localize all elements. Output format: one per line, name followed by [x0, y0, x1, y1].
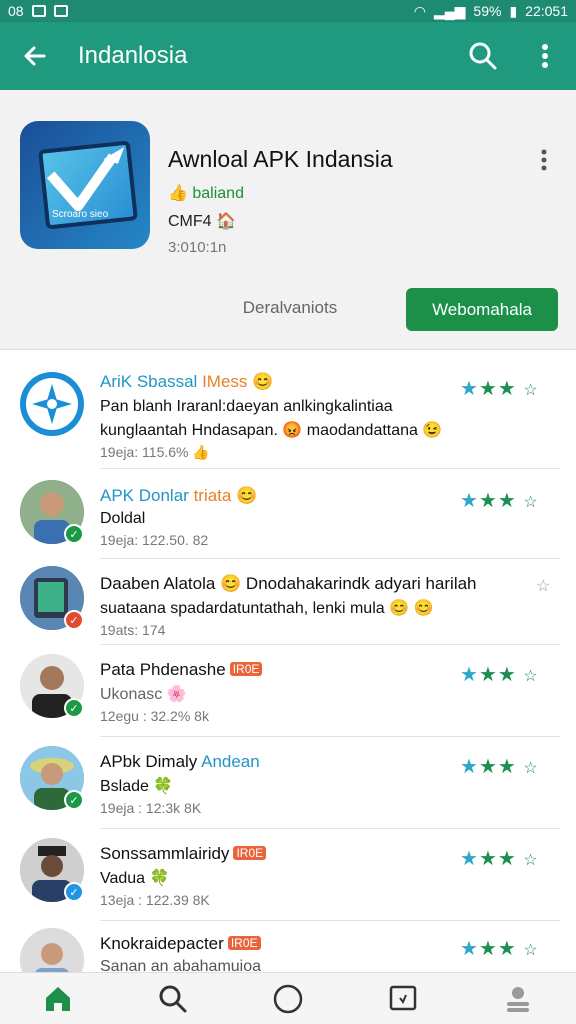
review-author: Daaben Alatola 😊 Dnodahakarindk adyari h… — [100, 574, 477, 593]
secondary-action-button[interactable]: Deralvaniots — [220, 288, 360, 328]
rating-label: CMF4 🏠 — [168, 213, 236, 230]
app-name: Awnloal APK Indansia — [168, 146, 393, 172]
profile-icon — [507, 986, 530, 1012]
review-text: Doldal — [100, 510, 146, 527]
home-icon — [45, 986, 70, 1011]
verified-badge: ✓ — [64, 790, 84, 810]
review-author: Pata Phdenashe IR0E — [100, 660, 263, 680]
divider — [100, 644, 560, 645]
star-rating: ★★★ ☆ — [460, 664, 539, 686]
verified-badge: ✓ — [64, 610, 84, 630]
nav-search[interactable] — [115, 973, 230, 1024]
back-button[interactable] — [0, 22, 70, 90]
review-meta: 12egu : 32.2% 8k — [100, 708, 209, 724]
review-text: Bslade 🍀 — [100, 778, 174, 795]
more-vertical-icon — [542, 44, 548, 68]
message-icon — [389, 985, 417, 1010]
star-rating: ★★★ ☆ — [460, 490, 539, 512]
review-item[interactable]: ✓ Pata Phdenashe IR0E Ukonasc 🌸 12egu : 3… — [0, 646, 576, 737]
nav-home[interactable] — [0, 973, 115, 1024]
review-meta: 19ats: 174 — [100, 622, 166, 638]
verified-badge: ✓ — [64, 524, 84, 544]
search-button[interactable] — [452, 22, 514, 90]
verified-badge: ✓ — [64, 882, 84, 902]
app-more-button[interactable] — [530, 146, 558, 174]
divider — [100, 468, 560, 469]
compass-icon — [26, 378, 78, 430]
battery-level: 59% — [473, 3, 502, 19]
review-author: Sonssammlairidy IR0E — [100, 844, 267, 864]
notification-icon — [31, 5, 46, 17]
star-rating: ★★★ ☆ — [460, 848, 539, 870]
nav-circle[interactable] — [230, 973, 345, 1024]
review-text-cont: kunglaantah Hndasapan. 😡 maodandattana 😉 — [100, 422, 443, 439]
page-title: Indanlosia — [78, 42, 188, 69]
review-meta: 19eja: 122.50. 82 — [100, 532, 209, 548]
star-rating: ★★★ ☆ — [460, 756, 539, 778]
avatar — [20, 372, 84, 436]
review-meta: 19eja: 115.6% 👍 — [100, 444, 210, 460]
app-icon: Scroaro sieo — [20, 121, 150, 249]
search-icon — [469, 42, 497, 70]
review-text: Vadua 🍀 — [100, 870, 170, 887]
review-text: Pan blanh Iraranl:daeyan anlkingkalintia… — [100, 398, 393, 415]
review-meta: 13eja : 122.39 8K — [100, 892, 210, 908]
overflow-menu-button[interactable] — [514, 22, 576, 90]
review-author: APK Donlar triata 😊 — [100, 486, 258, 505]
review-author: APbk Dimaly Andean — [100, 752, 260, 771]
verified-badge: ✓ — [64, 698, 84, 718]
more-vertical-icon — [541, 149, 547, 171]
review-author: Knokraidepacter IR0E — [100, 934, 261, 954]
search-icon — [159, 985, 187, 1012]
star-rating: ★★★ ☆ — [460, 378, 539, 400]
divider — [100, 828, 560, 829]
review-author: AriK Sbassal IMess 😊 — [100, 372, 274, 391]
app-icon-caption: Scroaro sieo — [52, 209, 109, 220]
nav-profile[interactable] — [461, 973, 576, 1024]
clock: 22:051 — [525, 3, 568, 19]
nav-messages[interactable] — [346, 973, 461, 1024]
review-item[interactable]: ✓ APK Donlar triata 😊 Doldal 19eja: 122.… — [0, 470, 576, 559]
review-text: Ukonasc 🌸 — [100, 686, 187, 703]
review-item[interactable]: ✓ Daaben Alatola 😊 Dnodahakarindk adyari… — [0, 560, 576, 645]
circle-icon — [273, 984, 303, 1013]
app-header-card: Scroaro sieo Awnloal APK Indansia 👍 bali… — [0, 90, 576, 350]
install-button[interactable]: Webomahala — [406, 288, 558, 331]
developer-name[interactable]: 👍 baliand — [168, 183, 244, 203]
review-text: suataana spadardatuntathah, lenki mula 😊… — [100, 600, 434, 617]
status-bar: 08 ◠ ▂▄▆ 59% ▮ 22:051 — [0, 0, 576, 22]
star-rating: ★★★ ☆ — [460, 938, 539, 960]
notification-icon-2 — [53, 5, 68, 17]
battery-icon: ▮ — [509, 2, 518, 19]
review-item[interactable]: AriK Sbassal IMess 😊 Pan blanh Iraranl:d… — [0, 358, 576, 469]
app-size: 3:010:1n — [168, 239, 227, 256]
star-rating: ☆ — [536, 578, 552, 595]
review-item[interactable]: ✓ APbk Dimaly Andean Bslade 🍀 19eja : 12… — [0, 738, 576, 829]
app-bar: Indanlosia — [0, 22, 576, 90]
divider — [100, 920, 560, 921]
review-meta: 19eja : 12:3k 8K — [100, 800, 202, 816]
divider — [100, 736, 560, 737]
review-item[interactable]: ✓ Sonssammlairidy IR0E Vadua 🍀 13eja : 12… — [0, 830, 576, 921]
arrow-left-icon — [24, 46, 46, 66]
bottom-navigation — [0, 972, 576, 1024]
wifi-icon: ◠ — [413, 2, 426, 19]
signal-icon: ▂▄▆ — [433, 2, 466, 19]
divider — [100, 558, 560, 559]
status-left-text: 08 — [8, 3, 24, 19]
